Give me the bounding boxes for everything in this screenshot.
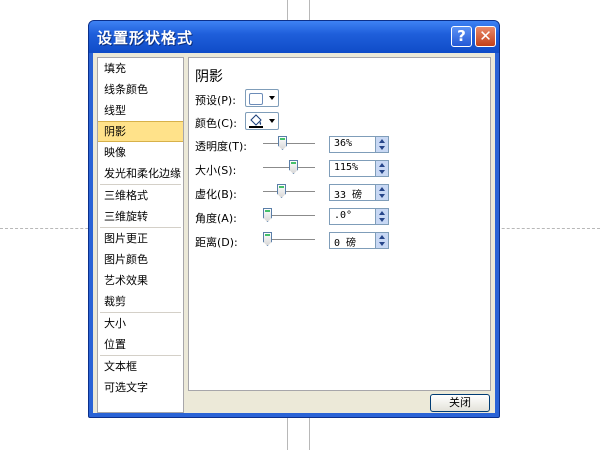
category-list: 填充 线条颜色 线型 阴影 映像 发光和柔化边缘 三维格式 三维旋转 图片更正 … [97, 57, 184, 413]
nav-item-position[interactable]: 位置 [98, 334, 183, 355]
blur-label: 虚化(B): [195, 188, 237, 201]
dialog-title: 设置形状格式 [97, 29, 194, 47]
slider-thumb[interactable] [263, 208, 272, 222]
nav-item-artistic-effects[interactable]: 艺术效果 [98, 270, 183, 291]
nav-item-size[interactable]: 大小 [98, 313, 183, 334]
shadow-preset-icon [249, 93, 263, 105]
shadow-settings-panel: 阴影 预设(P): 颜色(C): 透明度(T): 36% 大小(S): 115%… [188, 57, 491, 391]
slider-thumb[interactable] [289, 160, 298, 174]
distance-value[interactable]: 0 磅 [334, 234, 356, 249]
spin-down-icon[interactable] [379, 146, 385, 150]
nav-item-line-style[interactable]: 线型 [98, 100, 183, 121]
nav-item-picture-corrections[interactable]: 图片更正 [98, 228, 183, 249]
chevron-down-icon [269, 96, 275, 100]
angle-value[interactable]: .0° [334, 210, 352, 221]
spin-down-icon[interactable] [379, 242, 385, 246]
angle-slider[interactable] [263, 208, 315, 223]
help-button[interactable]: ? [451, 26, 472, 47]
slider-thumb[interactable] [263, 232, 272, 246]
dialog-titlebar[interactable]: 设置形状格式 ? ✕ [89, 21, 499, 53]
transparency-spinner[interactable]: 36% [329, 136, 389, 153]
blur-spinner[interactable]: 33 磅 [329, 184, 389, 201]
size-value[interactable]: 115% [334, 162, 358, 173]
blur-value[interactable]: 33 磅 [334, 186, 362, 201]
format-shape-dialog: 设置形状格式 ? ✕ 填充 线条颜色 线型 阴影 映像 发光和柔化边缘 三维格式… [88, 20, 500, 418]
slider-track [263, 191, 315, 193]
nav-item-crop[interactable]: 裁剪 [98, 291, 183, 312]
transparency-slider[interactable] [263, 136, 315, 151]
color-label: 颜色(C): [195, 117, 237, 130]
spinner-buttons[interactable] [375, 233, 388, 248]
spin-down-icon[interactable] [379, 218, 385, 222]
panel-title: 阴影 [195, 69, 223, 85]
nav-item-3d-format[interactable]: 三维格式 [98, 185, 183, 206]
spinner-buttons[interactable] [375, 161, 388, 176]
size-slider[interactable] [263, 160, 315, 175]
help-icon: ? [457, 27, 466, 45]
nav-item-shadow[interactable]: 阴影 [98, 121, 183, 142]
nav-item-fill[interactable]: 填充 [98, 58, 183, 79]
preset-dropdown[interactable] [245, 89, 279, 107]
size-label: 大小(S): [195, 164, 237, 177]
nav-item-alt-text[interactable]: 可选文字 [98, 377, 183, 398]
nav-item-line-color[interactable]: 线条颜色 [98, 79, 183, 100]
color-dropdown[interactable] [245, 112, 279, 130]
dialog-client-area: 填充 线条颜色 线型 阴影 映像 发光和柔化边缘 三维格式 三维旋转 图片更正 … [93, 53, 495, 413]
spinner-buttons[interactable] [375, 137, 388, 152]
paint-bucket-icon [249, 114, 263, 128]
spin-up-icon[interactable] [379, 211, 385, 215]
nav-item-3d-rotation[interactable]: 三维旋转 [98, 206, 183, 227]
spin-up-icon[interactable] [379, 187, 385, 191]
nav-item-glow-soft-edges[interactable]: 发光和柔化边缘 [98, 163, 183, 184]
chevron-down-icon [269, 119, 275, 123]
spinner-buttons[interactable] [375, 209, 388, 224]
distance-slider[interactable] [263, 232, 315, 247]
size-spinner[interactable]: 115% [329, 160, 389, 177]
slider-thumb[interactable] [277, 184, 286, 198]
nav-item-reflection[interactable]: 映像 [98, 142, 183, 163]
spin-down-icon[interactable] [379, 194, 385, 198]
blur-slider[interactable] [263, 184, 315, 199]
nav-item-picture-color[interactable]: 图片颜色 [98, 249, 183, 270]
spin-up-icon[interactable] [379, 163, 385, 167]
close-button[interactable]: 关闭 [430, 394, 490, 412]
spin-up-icon[interactable] [379, 235, 385, 239]
preset-label: 预设(P): [195, 94, 236, 107]
nav-item-text-box[interactable]: 文本框 [98, 356, 183, 377]
transparency-label: 透明度(T): [195, 140, 248, 153]
close-window-button[interactable]: ✕ [475, 26, 496, 47]
distance-label: 距离(D): [195, 236, 238, 249]
slider-track [263, 143, 315, 145]
distance-spinner[interactable]: 0 磅 [329, 232, 389, 249]
close-icon: ✕ [479, 27, 492, 45]
angle-spinner[interactable]: .0° [329, 208, 389, 225]
slider-thumb[interactable] [278, 136, 287, 150]
spinner-buttons[interactable] [375, 185, 388, 200]
angle-label: 角度(A): [195, 212, 237, 225]
transparency-value[interactable]: 36% [334, 138, 352, 149]
spin-down-icon[interactable] [379, 170, 385, 174]
spin-up-icon[interactable] [379, 139, 385, 143]
